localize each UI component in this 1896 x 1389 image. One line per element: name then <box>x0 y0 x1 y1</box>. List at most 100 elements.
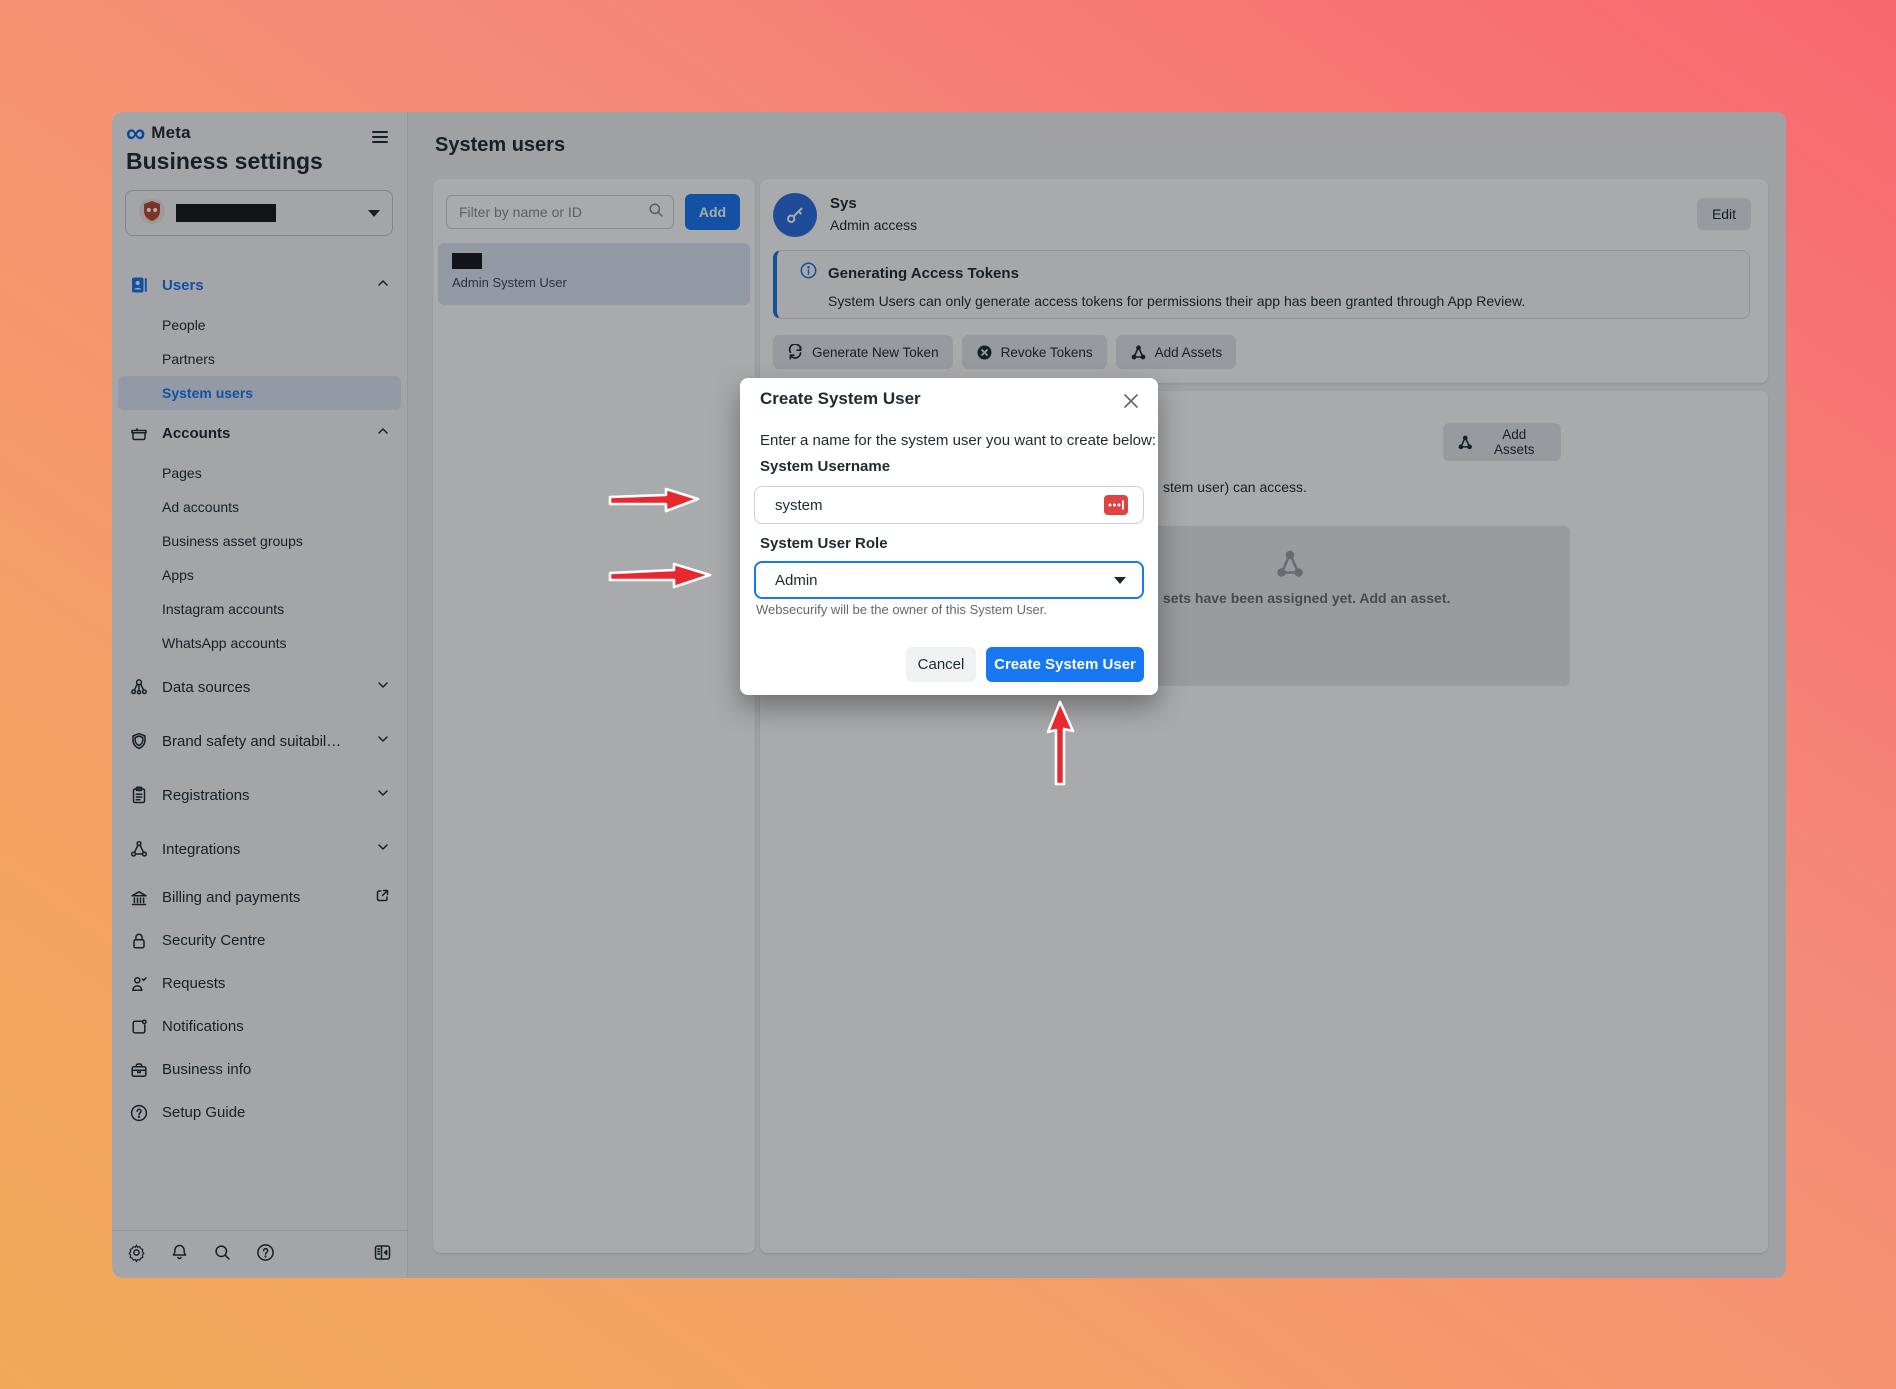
content-title: System users <box>435 134 565 157</box>
sidebar-item-partners[interactable]: Partners <box>112 342 407 376</box>
cancel-button[interactable]: Cancel <box>906 647 976 682</box>
assets-icon <box>1457 434 1473 451</box>
edit-button[interactable]: Edit <box>1697 198 1751 230</box>
assets-access-text: stem user) can access. <box>1163 479 1307 495</box>
brand-name: Meta <box>151 123 191 143</box>
sidebar-item-notifications[interactable]: Notifications <box>112 1005 407 1048</box>
sidebar-item-ad-accounts[interactable]: Ad accounts <box>112 490 407 524</box>
filter-input[interactable] <box>459 204 647 220</box>
refresh-icon <box>787 344 804 361</box>
help-icon[interactable] <box>255 1242 276 1268</box>
sidebar-section-accounts[interactable]: Accounts <box>112 410 407 456</box>
owner-note: Websecurify will be the owner of this Sy… <box>756 602 1047 617</box>
accounts-icon <box>128 422 150 444</box>
system-user-detail-panel: Sys Admin access Edit Generating Access … <box>760 179 1768 383</box>
chevron-down-icon <box>375 677 391 697</box>
bell-icon[interactable] <box>169 1242 190 1268</box>
external-link-icon <box>374 887 391 908</box>
collapse-sidebar-icon[interactable] <box>372 1242 393 1268</box>
revoke-tokens-button[interactable]: Revoke Tokens <box>962 335 1107 369</box>
generating-tokens-info: Generating Access Tokens System Users ca… <box>773 250 1750 319</box>
add-assets-button[interactable]: Add Assets <box>1443 423 1561 461</box>
chevron-down-icon <box>1114 577 1126 584</box>
sidebar-item-business-asset-groups[interactable]: Business asset groups <box>112 524 407 558</box>
sidebar-item-pages[interactable]: Pages <box>112 456 407 490</box>
users-icon <box>128 274 150 296</box>
chevron-down-icon <box>375 731 391 751</box>
sidebar-group-brand-safety[interactable]: Brand safety and suitabil… <box>112 714 407 768</box>
create-system-user-modal: Create System User Enter a name for the … <box>740 378 1158 695</box>
search-icon <box>647 201 665 224</box>
data-sources-icon <box>128 676 150 698</box>
system-user-access: Admin access <box>830 217 917 233</box>
assets-icon <box>1130 344 1147 361</box>
assets-icon <box>1274 548 1306 585</box>
sidebar-item-requests[interactable]: Requests <box>112 962 407 1005</box>
lock-icon <box>128 930 150 952</box>
sidebar-item-whatsapp-accounts[interactable]: WhatsApp accounts <box>112 626 407 660</box>
sidebar-item-security-centre[interactable]: Security Centre <box>112 919 407 962</box>
business-avatar <box>138 197 166 230</box>
question-circle-icon <box>128 1102 150 1124</box>
revoke-icon <box>976 344 993 361</box>
list-item-subtitle: Admin System User <box>452 275 750 290</box>
sidebar-group-data-sources[interactable]: Data sources <box>112 660 407 714</box>
password-manager-icon[interactable] <box>1104 495 1128 515</box>
assets-empty-text: sets have been assigned yet. Add an asse… <box>1163 590 1450 606</box>
search-icon[interactable] <box>212 1242 233 1268</box>
business-account-selector[interactable] <box>125 190 393 236</box>
main-content: System users Add Admin System User <box>408 112 1786 1278</box>
modal-title: Create System User <box>760 389 921 409</box>
system-user-role-select[interactable]: Admin <box>754 561 1144 599</box>
page-title: Business settings <box>126 148 323 175</box>
sidebar: ∞ Meta Business settings <box>112 112 408 1278</box>
system-username-input[interactable] <box>754 486 1144 524</box>
sidebar-item-setup-guide[interactable]: Setup Guide <box>112 1091 407 1134</box>
chevron-up-icon <box>375 275 391 295</box>
sidebar-group-registrations[interactable]: Registrations <box>112 768 407 822</box>
sidebar-group-integrations[interactable]: Integrations <box>112 822 407 876</box>
add-assets-button[interactable]: Add Assets <box>1116 335 1237 369</box>
redacted-user-name <box>452 253 482 269</box>
meta-logo: ∞ Meta <box>126 120 191 146</box>
sidebar-nav: Users People Partners System users Accou… <box>112 262 407 1134</box>
app-window: ∞ Meta Business settings <box>112 112 1786 1278</box>
gear-icon[interactable] <box>126 1242 147 1268</box>
sidebar-item-system-users[interactable]: System users <box>118 376 401 410</box>
shield-icon <box>128 730 150 752</box>
role-label: System User Role <box>760 535 888 552</box>
system-user-avatar <box>773 193 817 237</box>
person-check-icon <box>128 973 150 995</box>
hamburger-menu-icon[interactable] <box>369 126 391 148</box>
sidebar-item-people[interactable]: People <box>112 308 407 342</box>
notifications-icon <box>128 1016 150 1038</box>
generate-new-token-button[interactable]: Generate New Token <box>773 335 953 369</box>
create-system-user-button[interactable]: Create System User <box>986 647 1144 682</box>
close-icon[interactable] <box>1120 390 1142 412</box>
sidebar-label: Users <box>162 277 204 294</box>
sidebar-item-instagram-accounts[interactable]: Instagram accounts <box>112 592 407 626</box>
sidebar-section-users[interactable]: Users <box>112 262 407 308</box>
filter-field <box>446 195 674 229</box>
sidebar-item-business-info[interactable]: Business info <box>112 1048 407 1091</box>
role-value: Admin <box>775 572 818 589</box>
chevron-down-icon <box>368 210 380 217</box>
info-title: Generating Access Tokens <box>828 265 1019 282</box>
redacted-business-name <box>176 204 276 222</box>
add-system-user-button[interactable]: Add <box>685 194 740 230</box>
system-user-list-item[interactable]: Admin System User <box>438 243 750 305</box>
integrations-icon <box>128 838 150 860</box>
meta-infinity-icon: ∞ <box>126 120 145 146</box>
info-body: System Users can only generate access to… <box>828 293 1735 309</box>
token-actions: Generate New Token Revoke Tokens Add Ass… <box>773 335 1236 369</box>
sidebar-bottom-bar <box>112 1230 407 1278</box>
key-icon <box>783 203 807 227</box>
chevron-down-icon <box>375 785 391 805</box>
sidebar-item-apps[interactable]: Apps <box>112 558 407 592</box>
system-user-name: Sys <box>830 195 857 212</box>
briefcase-icon <box>128 1059 150 1081</box>
sidebar-item-billing[interactable]: Billing and payments <box>112 876 407 919</box>
username-label: System Username <box>760 458 890 475</box>
system-users-list-panel: Add Admin System User <box>433 179 755 1253</box>
chevron-up-icon <box>375 423 391 443</box>
